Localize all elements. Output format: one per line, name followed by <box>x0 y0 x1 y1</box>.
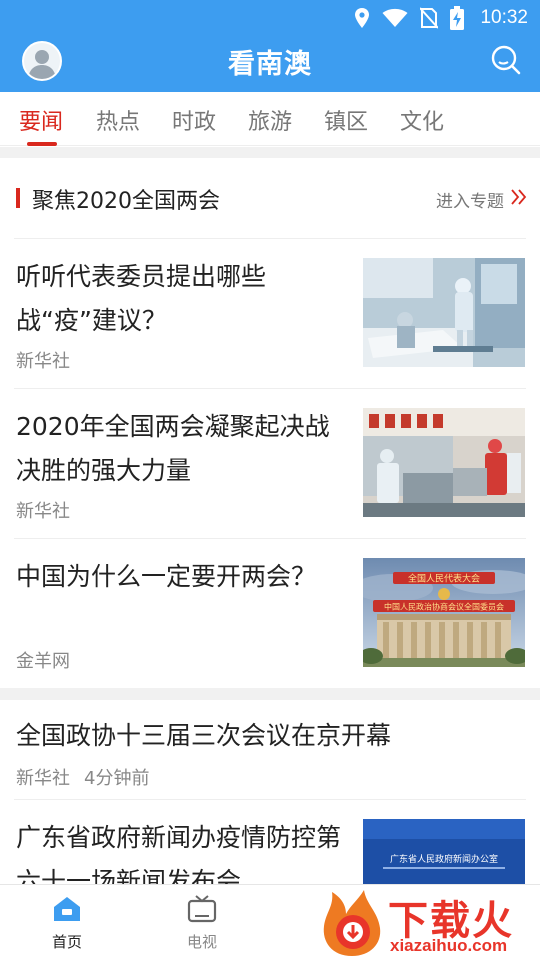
location-icon <box>355 8 370 28</box>
tab-wenhua[interactable]: 文化 <box>400 104 444 136</box>
banner-bottom-text: 中国人民政治协商会议全国委员会 <box>384 602 504 612</box>
tab-zhenqu[interactable]: 镇区 <box>324 104 368 136</box>
search-button[interactable] <box>490 44 522 76</box>
section-gap <box>0 688 540 700</box>
topic-marker <box>16 188 20 208</box>
search-icon <box>491 45 521 75</box>
news-source: 新华社 <box>16 768 70 789</box>
app-bar: 看南澳 <box>0 36 540 92</box>
tab-redian[interactable]: 热点 <box>96 104 140 136</box>
category-tabs: 要闻 热点 时政 旅游 镇区 文化 <box>0 92 540 146</box>
double-chevron-right-icon <box>511 189 527 205</box>
news-thumbnail <box>363 408 525 517</box>
tv-icon <box>187 895 217 923</box>
nav-tv[interactable]: 电视 <box>162 895 242 952</box>
news-item[interactable]: 全国政协十三届三次会议在京开幕 新华社 4分钟前 <box>0 700 540 799</box>
topic-title: 聚焦2020全国两会 <box>32 189 220 214</box>
news-item[interactable]: 广东省政府新闻办疫情防控第六十一场新闻发布会 广东省人民政府新闻办公室 <box>0 800 540 884</box>
nav-tv-label: 电视 <box>186 933 217 951</box>
tab-yaowen[interactable]: 要闻 <box>19 104 63 136</box>
no-sim-icon <box>420 7 439 29</box>
wifi-icon <box>382 8 408 27</box>
active-tab-indicator <box>27 142 57 146</box>
banner-top-text: 全国人民代表大会 <box>408 573 480 585</box>
nav-home-label: 首页 <box>51 933 82 951</box>
news-time: 4分钟前 <box>84 768 150 789</box>
news-title: 全国政协十三届三次会议在京开幕 <box>16 721 392 750</box>
news-source: 金羊网 <box>16 651 70 672</box>
press-room-title: 广东省人民政府新闻办公室 <box>390 853 498 865</box>
enter-topic-link[interactable]: 进入专题 <box>436 187 504 212</box>
nav-home[interactable]: 首页 <box>27 895 107 952</box>
section-gap <box>0 147 540 158</box>
news-title: 听听代表委员提出哪些战“疫”建议？ <box>16 262 267 335</box>
news-title: 2020年全国两会凝聚起决战决胜的强大力量 <box>16 412 330 485</box>
status-bar: 10:32 <box>0 0 540 36</box>
battery-charging-icon <box>450 6 465 30</box>
watermark-url: xiazaihuo.com <box>390 936 508 955</box>
tab-shizheng[interactable]: 时政 <box>172 104 216 136</box>
status-time: 10:32 <box>480 7 528 28</box>
news-item[interactable]: 中国为什么一定要开两会？ 金羊网 全国人民代表大会 中国人民政治协商会议全国委员… <box>0 539 540 688</box>
topic-header[interactable]: 聚焦2020全国两会 进入专题 <box>0 158 540 238</box>
news-source: 新华社 <box>16 501 70 522</box>
home-icon <box>54 897 80 921</box>
news-item[interactable]: 2020年全国两会凝聚起决战决胜的强大力量 新华社 <box>0 389 540 538</box>
site-watermark: 下载火 xiazaihuo.com <box>318 886 540 960</box>
news-title: 广东省政府新闻办疫情防控第六十一场新闻发布会 <box>16 823 342 884</box>
news-source: 新华社 <box>16 351 70 372</box>
news-item[interactable]: 听听代表委员提出哪些战“疫”建议？ 新华社 <box>0 239 540 388</box>
news-title: 中国为什么一定要开两会？ <box>16 562 317 591</box>
news-thumbnail <box>363 258 525 367</box>
tab-lvyou[interactable]: 旅游 <box>248 104 292 136</box>
news-thumbnail: 全国人民代表大会 中国人民政治协商会议全国委员会 <box>363 558 525 667</box>
flame-logo-icon <box>323 890 381 956</box>
news-thumbnail: 广东省人民政府新闻办公室 <box>363 819 525 884</box>
app-title: 看南澳 <box>228 49 312 80</box>
